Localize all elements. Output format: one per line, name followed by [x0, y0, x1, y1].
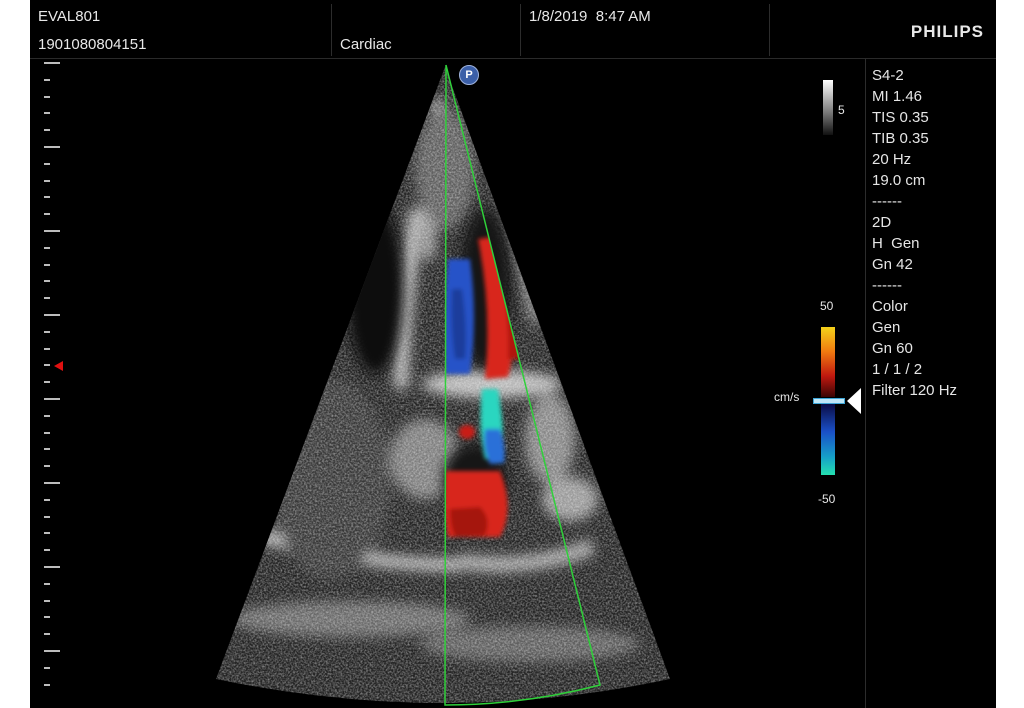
- patient-id: 1901080804151: [38, 36, 147, 53]
- parameter-line: TIS 0.35: [872, 109, 929, 126]
- parameter-panel: S4-2 MI 1.46 TIS 0.35 TIB 0.35 20 Hz 19.0 cm -…: [865, 59, 996, 708]
- parameter-line: 2D: [872, 214, 892, 231]
- parameter-line: Color: [872, 298, 908, 315]
- parameter-line: Gn 42: [872, 256, 913, 273]
- color-scale-negative: [821, 403, 835, 475]
- parameter-line: Gn 60: [872, 340, 913, 357]
- parameter-line: ------: [872, 277, 902, 294]
- patient-info: EVAL801 1901080804151: [30, 0, 330, 58]
- exam-datetime: 1/8/2019 8:47 AM: [529, 8, 651, 25]
- parameter-line: 19.0 cm: [872, 172, 926, 189]
- datetime-cell: 1/8/2019 8:47 AM: [521, 0, 769, 58]
- probe-orientation-icon: P: [459, 65, 479, 85]
- grayscale-map-label: 5: [838, 103, 845, 117]
- philips-logo: PHILIPS: [910, 22, 984, 41]
- parameter-line: ------: [872, 193, 902, 210]
- patient-name: EVAL801: [38, 8, 101, 25]
- color-scale-unit: cm/s: [774, 390, 800, 404]
- parameter-line: 20 Hz: [872, 151, 912, 168]
- ultrasound-image[interactable]: P: [30, 59, 865, 708]
- color-scale-min: -50: [818, 492, 836, 506]
- echo-sector: [216, 64, 670, 706]
- header-divider: [769, 4, 770, 56]
- parameter-line: 1 / 1 / 2: [872, 361, 923, 378]
- parameter-line: S4-2: [872, 67, 904, 84]
- color-scale-positive: [821, 327, 835, 397]
- grayscale-bar: [823, 80, 833, 135]
- baseline-arrow-icon[interactable]: [847, 388, 861, 414]
- parameter-line: H Gen: [872, 235, 920, 252]
- color-scale-max: 50: [820, 299, 834, 313]
- parameter-line: Filter 120 Hz: [872, 382, 958, 399]
- exam-type: Cardiac: [340, 36, 392, 53]
- exam-info: Cardiac: [332, 0, 520, 58]
- ultrasound-screen: EVAL801 1901080804151 Cardiac 1/8/2019 8…: [30, 0, 996, 708]
- parameter-line: TIB 0.35: [872, 130, 929, 147]
- parameter-line: MI 1.46: [872, 88, 923, 105]
- color-scale-baseline: [813, 398, 845, 404]
- parameter-line: Gen: [872, 319, 901, 336]
